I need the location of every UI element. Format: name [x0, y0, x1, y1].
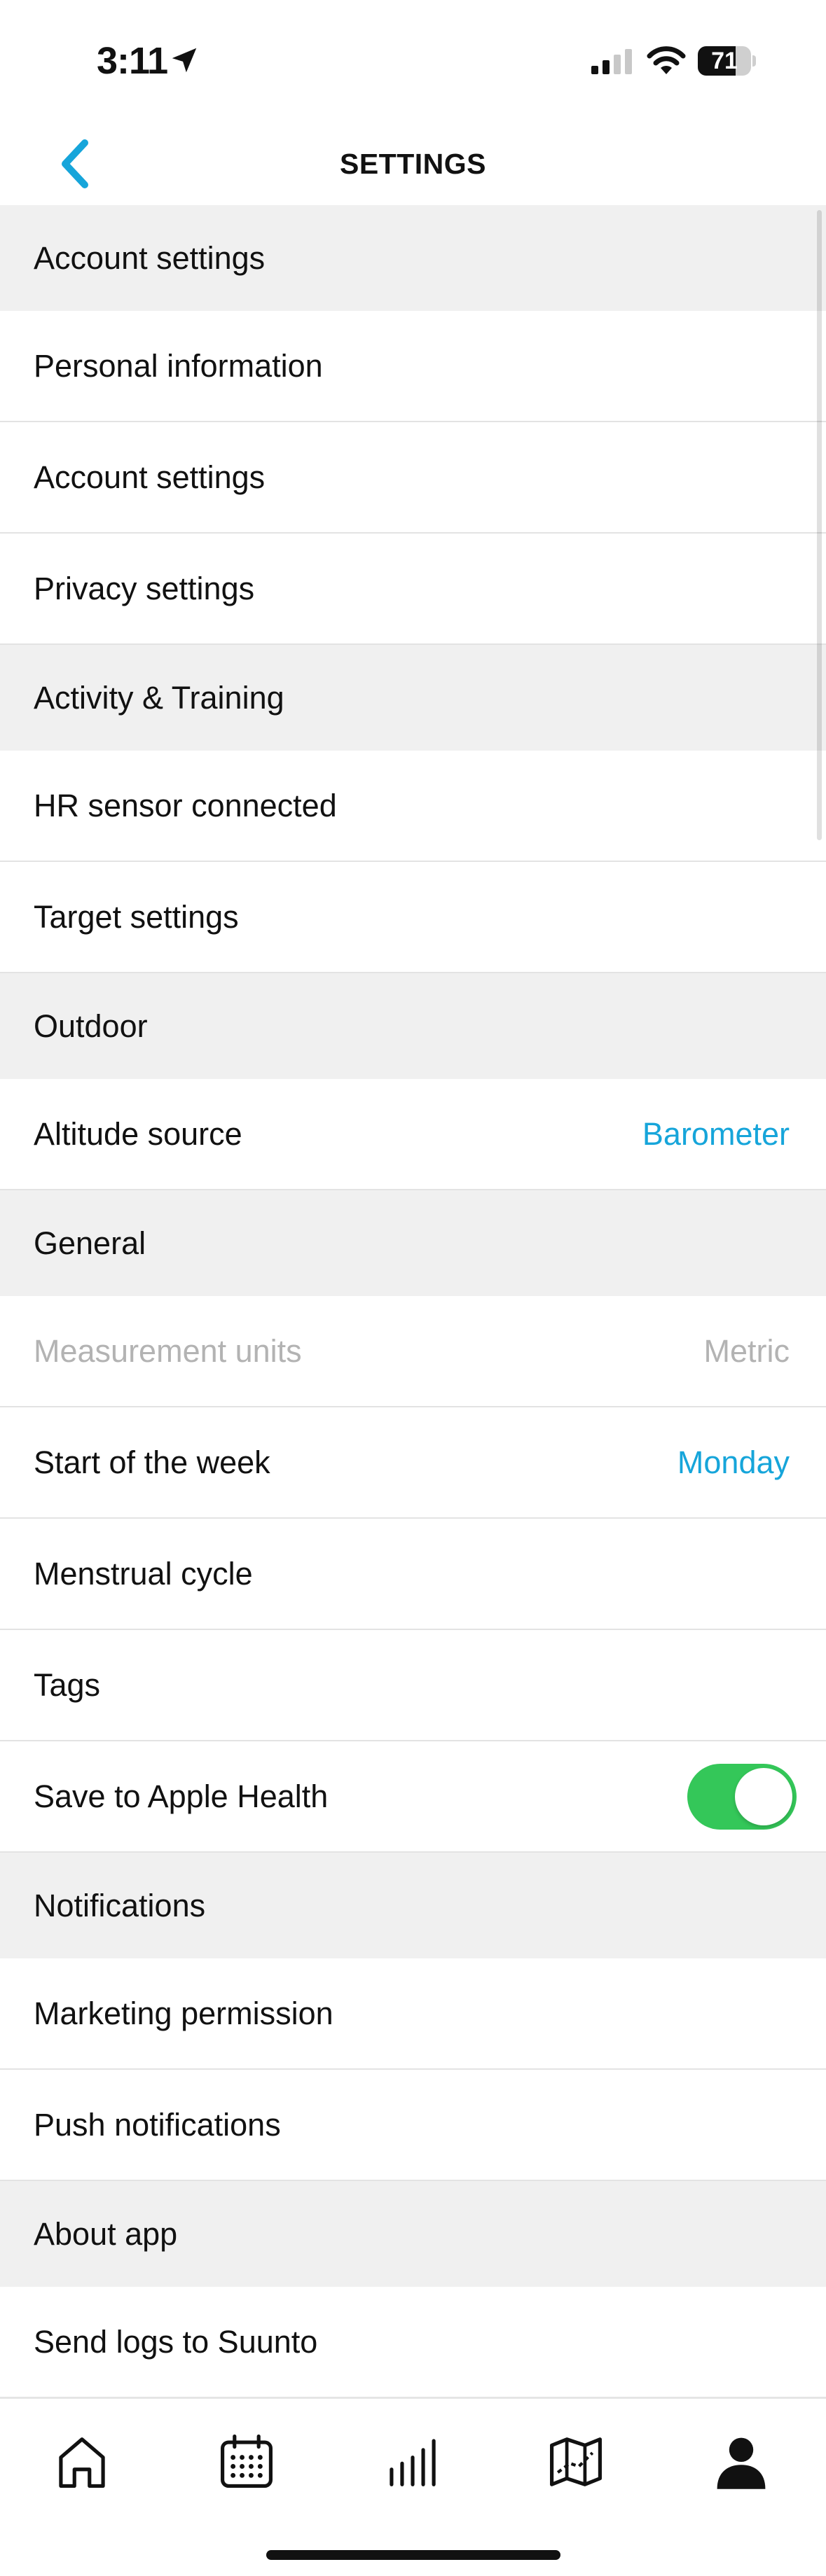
cellular-signal-icon: [591, 49, 632, 74]
toggle-knob: [735, 1767, 792, 1825]
section-header-general: General: [0, 1190, 826, 1296]
tab-diary[interactable]: [371, 2420, 455, 2504]
diary-bars-icon: [390, 2439, 436, 2486]
section-header-activity-training: Activity & Training: [0, 645, 826, 751]
row-label: Push notifications: [34, 2106, 281, 2143]
section-header-account: Account settings: [0, 205, 826, 311]
section-header-about-app: About app: [0, 2181, 826, 2287]
row-label: Menstrual cycle: [34, 1555, 253, 1592]
section-title: Outdoor: [34, 1008, 148, 1044]
row-push-notifications[interactable]: Push notifications: [0, 2070, 826, 2181]
tab-map[interactable]: [534, 2420, 618, 2504]
settings-list: Account settings Personal information Ac…: [0, 205, 826, 2398]
section-title: General: [34, 1225, 146, 1261]
back-button[interactable]: [42, 131, 108, 197]
battery-percentage: 71: [711, 48, 738, 74]
row-privacy-settings[interactable]: Privacy settings: [0, 534, 826, 645]
row-label: Start of the week: [34, 1444, 270, 1480]
row-tags[interactable]: Tags: [0, 1630, 826, 1741]
row-altitude-source[interactable]: Altitude source Barometer: [0, 1079, 826, 1190]
tab-profile[interactable]: [699, 2420, 783, 2504]
row-label: Tags: [34, 1666, 101, 1703]
row-label: Marketing permission: [34, 1995, 333, 2031]
tab-bar: [0, 2397, 826, 2576]
row-marketing-permission[interactable]: Marketing permission: [0, 1958, 826, 2070]
measurement-units-value: Metric: [703, 1332, 790, 1369]
row-label: Altitude source: [34, 1115, 242, 1152]
apple-health-toggle[interactable]: [687, 1763, 797, 1830]
row-start-of-week[interactable]: Start of the week Monday: [0, 1407, 826, 1519]
row-label: Target settings: [34, 898, 239, 935]
tab-calendar[interactable]: [205, 2420, 289, 2504]
start-of-week-value: Monday: [677, 1444, 790, 1480]
row-account-settings[interactable]: Account settings: [0, 422, 826, 534]
calendar-icon: [221, 2434, 273, 2488]
section-title: Account settings: [34, 239, 266, 276]
navigation-bar: SETTINGS: [0, 123, 826, 205]
profile-icon: [717, 2437, 766, 2489]
location-arrow-icon: [172, 48, 197, 73]
row-label: Privacy settings: [34, 570, 255, 606]
row-label: Save to Apple Health: [34, 1778, 329, 1814]
section-header-notifications: Notifications: [0, 1853, 826, 1958]
scroll-indicator[interactable]: [817, 210, 822, 840]
section-title: Activity & Training: [34, 679, 284, 716]
row-save-to-apple-health: Save to Apple Health: [0, 1741, 826, 1853]
row-label: Account settings: [34, 459, 266, 495]
section-title: About app: [34, 2215, 178, 2252]
home-icon: [59, 2437, 105, 2488]
map-icon: [550, 2437, 602, 2486]
battery-icon: 71: [698, 46, 756, 76]
row-label: Measurement units: [34, 1332, 302, 1369]
section-title: Notifications: [34, 1887, 206, 1923]
row-measurement-units: Measurement units Metric: [0, 1296, 826, 1407]
row-target-settings[interactable]: Target settings: [0, 862, 826, 973]
page-title: SETTINGS: [339, 148, 487, 180]
row-menstrual-cycle[interactable]: Menstrual cycle: [0, 1519, 826, 1630]
status-time: 3:11: [97, 40, 168, 82]
row-label: Personal information: [34, 347, 323, 384]
row-label: HR sensor connected: [34, 787, 337, 823]
chevron-left-icon: [62, 139, 88, 188]
row-label: Send logs to Suunto: [34, 2323, 318, 2360]
altitude-source-value: Barometer: [642, 1115, 790, 1152]
status-bar: 3:11 71: [0, 0, 826, 123]
home-indicator: [266, 2550, 560, 2560]
row-send-logs[interactable]: Send logs to Suunto: [0, 2287, 826, 2398]
row-hr-sensor[interactable]: HR sensor connected: [0, 751, 826, 862]
section-header-outdoor: Outdoor: [0, 973, 826, 1079]
tab-home[interactable]: [40, 2420, 124, 2504]
row-personal-information[interactable]: Personal information: [0, 311, 826, 422]
wifi-icon: [647, 46, 686, 74]
